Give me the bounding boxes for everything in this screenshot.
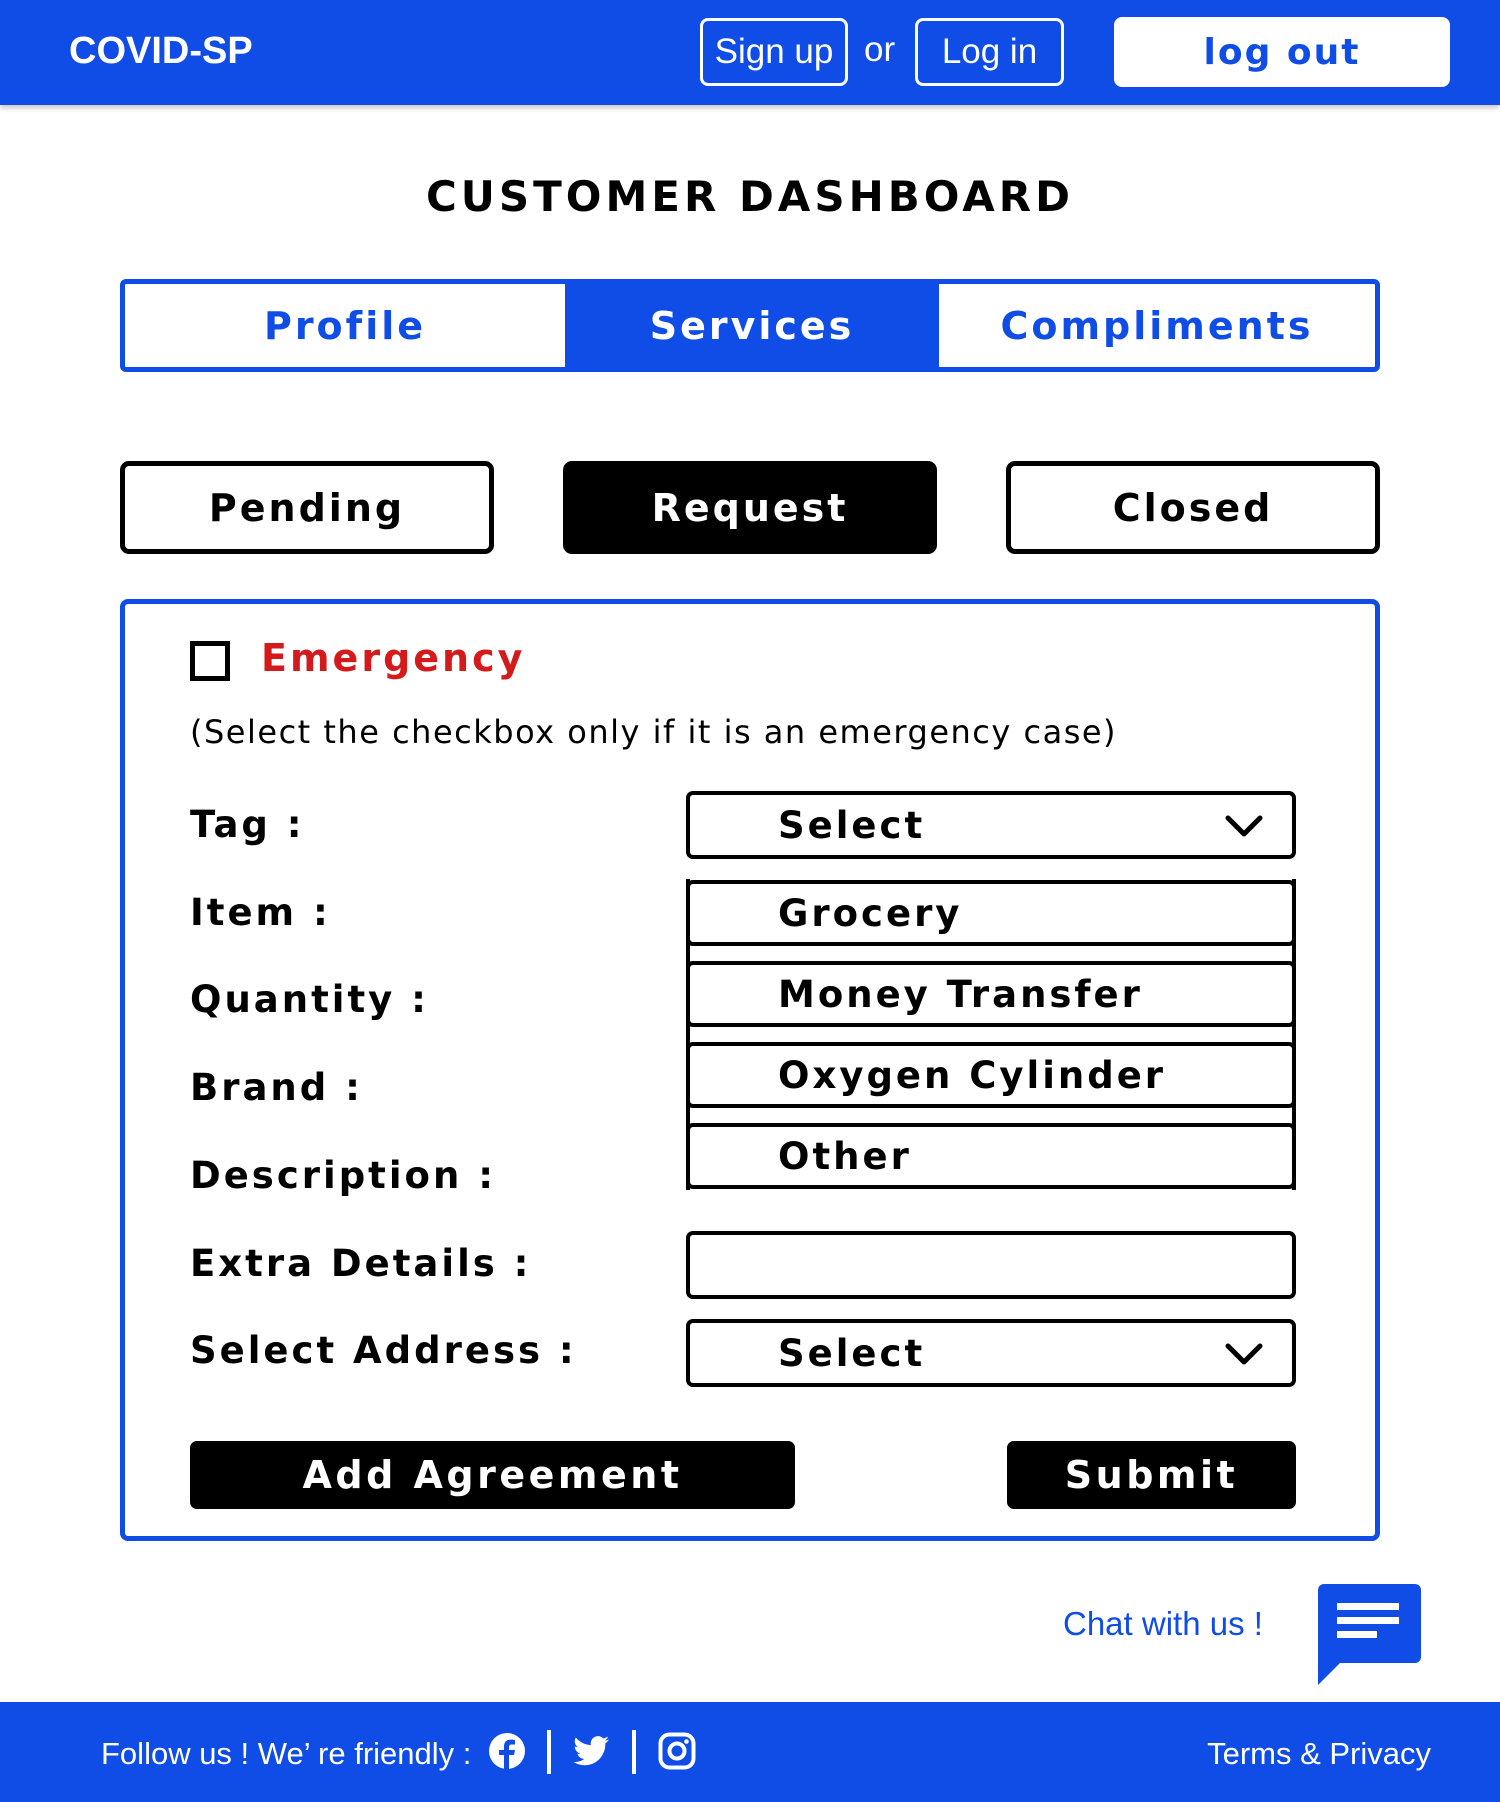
twitter-icon[interactable] [572, 1732, 610, 1770]
submit-button[interactable]: Submit [1007, 1441, 1296, 1509]
dropdown-option-oxygen-cylinder[interactable]: Oxygen Cylinder [686, 1042, 1296, 1108]
item-label: Item : [190, 891, 331, 934]
instagram-icon[interactable] [658, 1732, 696, 1770]
option-label: Grocery [778, 891, 963, 935]
tag-select-value: Select [778, 803, 926, 847]
footer-divider [632, 1730, 636, 1774]
brand-logo-text[interactable]: COVID-SP [69, 30, 253, 73]
main-tabs: Profile Services Compliments [120, 279, 1380, 372]
address-select[interactable]: Select [686, 1319, 1296, 1387]
facebook-icon[interactable] [488, 1732, 526, 1770]
brand-label: Brand : [190, 1066, 363, 1109]
terms-privacy-link[interactable]: Terms & Privacy [1207, 1736, 1431, 1772]
chat-with-us-link[interactable]: Chat with us ! [1063, 1605, 1263, 1643]
dropdown-option-money-transfer[interactable]: Money Transfer [686, 961, 1296, 1027]
footer: Follow us ! We’ re friendly : Terms & Pr… [0, 1702, 1500, 1802]
page-title: CUSTOMER DASHBOARD [425, 172, 1075, 221]
dropdown-option-grocery[interactable]: Grocery [686, 880, 1296, 946]
option-label: Money Transfer [778, 972, 1143, 1016]
option-label: Other [778, 1134, 912, 1178]
description-label: Description : [190, 1154, 496, 1197]
top-navbar: COVID-SP Sign up or Log in log out [0, 0, 1500, 105]
address-select-value: Select [778, 1331, 926, 1375]
extra-details-input[interactable] [686, 1231, 1296, 1299]
follow-us-text: Follow us ! We’ re friendly : [101, 1736, 472, 1771]
emergency-hint-text: (Select the checkbox only if it is an em… [190, 713, 1118, 751]
chevron-down-icon [1225, 1343, 1263, 1365]
chevron-down-icon [1225, 815, 1263, 837]
dropdown-option-other[interactable]: Other [686, 1123, 1296, 1189]
option-label: Oxygen Cylinder [778, 1053, 1167, 1097]
select-address-label: Select Address : [190, 1329, 577, 1372]
subtab-pending[interactable]: Pending [120, 461, 494, 554]
quantity-label: Quantity : [190, 978, 429, 1021]
footer-divider [547, 1730, 551, 1774]
login-button[interactable]: Log in [915, 18, 1064, 86]
tag-label: Tag : [190, 803, 305, 846]
chat-bubble-icon[interactable] [1318, 1584, 1421, 1685]
add-agreement-button[interactable]: Add Agreement [190, 1441, 795, 1509]
tab-services[interactable]: Services [565, 284, 939, 367]
signup-button[interactable]: Sign up [700, 18, 848, 86]
or-separator-text: or [864, 30, 896, 69]
tag-select[interactable]: Select [686, 791, 1296, 859]
extra-details-label: Extra Details : [190, 1242, 532, 1285]
subtab-request[interactable]: Request [563, 461, 937, 554]
subtab-closed[interactable]: Closed [1006, 461, 1380, 554]
emergency-checkbox[interactable] [190, 641, 230, 681]
emergency-label: Emergency [261, 636, 526, 680]
logout-button[interactable]: log out [1114, 17, 1450, 87]
tab-compliments[interactable]: Compliments [939, 284, 1375, 367]
tab-profile[interactable]: Profile [125, 284, 565, 367]
